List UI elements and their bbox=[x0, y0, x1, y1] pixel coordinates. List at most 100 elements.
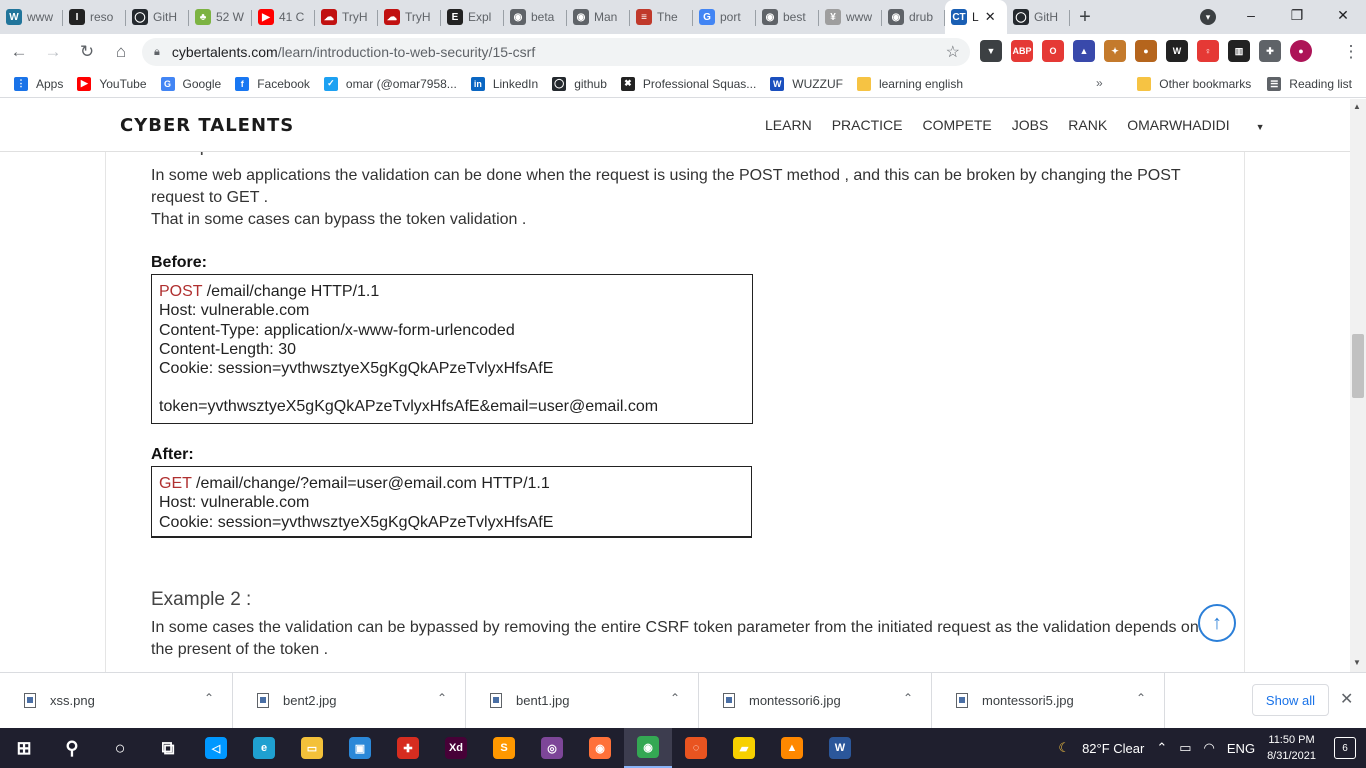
taskbar-app[interactable]: ◉ bbox=[576, 728, 624, 768]
browser-tab[interactable]: Wwww bbox=[0, 0, 63, 34]
browser-tab[interactable]: CT L ✕ bbox=[945, 0, 1007, 34]
scroll-up-arrow-icon[interactable]: ▲ bbox=[1353, 102, 1361, 111]
calculator-ext-icon[interactable]: ▥ bbox=[1228, 40, 1250, 62]
taskbar-app[interactable]: ⚲ bbox=[48, 728, 96, 768]
tray-overflow-icon[interactable]: ⌃ bbox=[1156, 740, 1167, 756]
close-tab-icon[interactable]: ✕ bbox=[985, 9, 996, 25]
wappalyzer-ext-icon[interactable]: W bbox=[1166, 40, 1188, 62]
browser-tab[interactable]: ◉ drub bbox=[882, 0, 945, 34]
adblock-icon[interactable]: ABP bbox=[1011, 40, 1033, 62]
download-item[interactable]: xss.png ⌃ bbox=[0, 672, 233, 729]
chevron-up-icon[interactable]: ⌃ bbox=[903, 691, 913, 705]
reload-icon[interactable]: ↻ bbox=[72, 37, 102, 67]
browser-tab[interactable]: ◯ GitH bbox=[126, 0, 189, 34]
bookmark-item[interactable]: ✖ Professional Squas... bbox=[620, 76, 756, 91]
taskbar-app[interactable]: S bbox=[480, 728, 528, 768]
taskbar-app[interactable]: e bbox=[240, 728, 288, 768]
taskbar-app[interactable]: ◉ bbox=[624, 728, 672, 768]
taskbar-app[interactable]: ✚ bbox=[384, 728, 432, 768]
browser-tab[interactable]: ▶ 41 C bbox=[252, 0, 315, 34]
taskbar-app[interactable]: W bbox=[816, 728, 864, 768]
download-item[interactable]: bent2.jpg ⌃ bbox=[233, 672, 466, 729]
browser-tab[interactable]: E Expl bbox=[441, 0, 504, 34]
bookmarks-overflow-icon[interactable]: » bbox=[1096, 76, 1103, 90]
bookmark-item[interactable]: ◯ github bbox=[552, 76, 607, 91]
taskbar-app[interactable]: ◁ bbox=[192, 728, 240, 768]
browser-tab[interactable]: ♣ 52 W bbox=[189, 0, 252, 34]
nav-rank[interactable]: RANK bbox=[1068, 117, 1107, 133]
browser-tab[interactable]: ◉ beta bbox=[504, 0, 567, 34]
taskbar-app[interactable]: ▣ bbox=[336, 728, 384, 768]
bookmark-item[interactable]: G Google bbox=[160, 76, 221, 91]
tab-search-icon[interactable]: ▾ bbox=[1200, 9, 1216, 25]
browser-tab[interactable]: ◉ best bbox=[756, 0, 819, 34]
taskbar-app[interactable]: Xd bbox=[432, 728, 480, 768]
download-item[interactable]: bent1.jpg ⌃ bbox=[466, 672, 699, 729]
bookmark-item[interactable]: Other bookmarks bbox=[1137, 77, 1251, 91]
browser-tab[interactable]: Gport bbox=[693, 0, 756, 34]
taskbar-app[interactable]: ⊞ bbox=[0, 728, 48, 768]
hackbar-ext-icon[interactable]: ♀ bbox=[1197, 40, 1219, 62]
nav-learn[interactable]: LEARN bbox=[765, 117, 812, 133]
chrome-menu-icon[interactable]: ⋮ bbox=[1336, 37, 1366, 67]
bookmark-item[interactable]: in LinkedIn bbox=[470, 76, 538, 91]
taskbar-app[interactable]: ▲ bbox=[768, 728, 816, 768]
nav-practice[interactable]: PRACTICE bbox=[832, 117, 903, 133]
scroll-down-arrow-icon[interactable]: ▼ bbox=[1353, 658, 1361, 667]
chevron-up-icon[interactable]: ⌃ bbox=[1136, 691, 1146, 705]
nav-user-menu[interactable]: OMARWHADIDI ▼ bbox=[1127, 117, 1284, 133]
browser-tab[interactable]: ◉ Man bbox=[567, 0, 630, 34]
browser-tab[interactable]: ☁ TryH bbox=[378, 0, 441, 34]
taskbar-app[interactable]: ◌ bbox=[672, 728, 720, 768]
download-item[interactable]: montessori6.jpg ⌃ bbox=[699, 672, 932, 729]
graduation-ext-icon[interactable]: ▲ bbox=[1073, 40, 1095, 62]
show-all-downloads-button[interactable]: Show all bbox=[1252, 684, 1329, 716]
cybertalents-logo[interactable]: CYBER TALENTS bbox=[120, 115, 294, 136]
scrollbar-thumb[interactable] bbox=[1352, 334, 1364, 398]
restore-button[interactable]: ❐ bbox=[1274, 0, 1320, 30]
nav-compete[interactable]: COMPETE bbox=[922, 117, 991, 133]
browser-tab[interactable]: ☁ TryH bbox=[315, 0, 378, 34]
clock[interactable]: 11:50 PM 8/31/2021 bbox=[1267, 732, 1316, 764]
nav-jobs[interactable]: JOBS bbox=[1012, 117, 1049, 133]
lock-icon[interactable]: 🔒︎ bbox=[154, 46, 160, 59]
browser-tab[interactable]: ¥ www bbox=[819, 0, 882, 34]
minimize-button[interactable]: – bbox=[1228, 0, 1274, 30]
cookie-ext-icon[interactable]: ● bbox=[1135, 40, 1157, 62]
bookmark-item[interactable]: W WUZZUF bbox=[770, 76, 843, 91]
avatar-icon[interactable]: ● bbox=[1290, 40, 1312, 62]
taskbar-app[interactable]: ▭ bbox=[288, 728, 336, 768]
browser-tab[interactable]: ≡ The bbox=[630, 0, 693, 34]
close-window-button[interactable]: ✕ bbox=[1320, 0, 1366, 30]
address-bar[interactable]: 🔒︎ cybertalents.com/learn/introduction-t… bbox=[142, 38, 970, 66]
forward-arrow-icon[interactable]: → bbox=[38, 37, 68, 67]
back-arrow-icon[interactable]: ← bbox=[4, 37, 34, 67]
bookmark-item[interactable]: f Facebook bbox=[235, 76, 310, 91]
bookmark-item[interactable]: ⋮ Apps bbox=[14, 76, 63, 91]
taskbar-app[interactable]: ⧉ bbox=[144, 728, 192, 768]
bookmark-star-icon[interactable]: ☆ bbox=[946, 42, 960, 62]
bookmark-item[interactable]: ▶ YouTube bbox=[77, 76, 147, 91]
home-icon[interactable]: ⌂ bbox=[106, 37, 136, 67]
close-downloads-bar-icon[interactable]: ✕ bbox=[1340, 689, 1353, 709]
scroll-to-top-button[interactable]: ↑ bbox=[1198, 604, 1236, 642]
opera-ext-icon[interactable]: O bbox=[1042, 40, 1064, 62]
battery-icon[interactable]: ▭ bbox=[1179, 740, 1191, 756]
bird-ext-icon[interactable]: ✦ bbox=[1104, 40, 1126, 62]
wifi-icon[interactable]: ◠ bbox=[1204, 740, 1215, 756]
weather-text[interactable]: 82°F Clear bbox=[1082, 741, 1144, 756]
chevron-up-icon[interactable]: ⌃ bbox=[437, 691, 447, 705]
taskbar-app[interactable]: ▰ bbox=[720, 728, 768, 768]
shield-ext-icon[interactable]: ▼ bbox=[980, 40, 1002, 62]
weather-moon-icon[interactable]: ☾ bbox=[1058, 740, 1070, 756]
chevron-up-icon[interactable]: ⌃ bbox=[204, 691, 214, 705]
bookmark-item[interactable]: ☰ Reading list bbox=[1267, 77, 1352, 91]
download-item[interactable]: montessori5.jpg ⌃ bbox=[932, 672, 1165, 729]
browser-tab[interactable]: ◯ GitH bbox=[1007, 0, 1070, 34]
puzzle-ext-icon[interactable]: ✚ bbox=[1259, 40, 1281, 62]
bookmark-item[interactable]: learning english bbox=[856, 76, 963, 91]
new-tab-button[interactable]: + bbox=[1070, 0, 1100, 34]
chevron-up-icon[interactable]: ⌃ bbox=[670, 691, 680, 705]
taskbar-app[interactable]: ◎ bbox=[528, 728, 576, 768]
language-indicator[interactable]: ENG bbox=[1227, 741, 1255, 756]
